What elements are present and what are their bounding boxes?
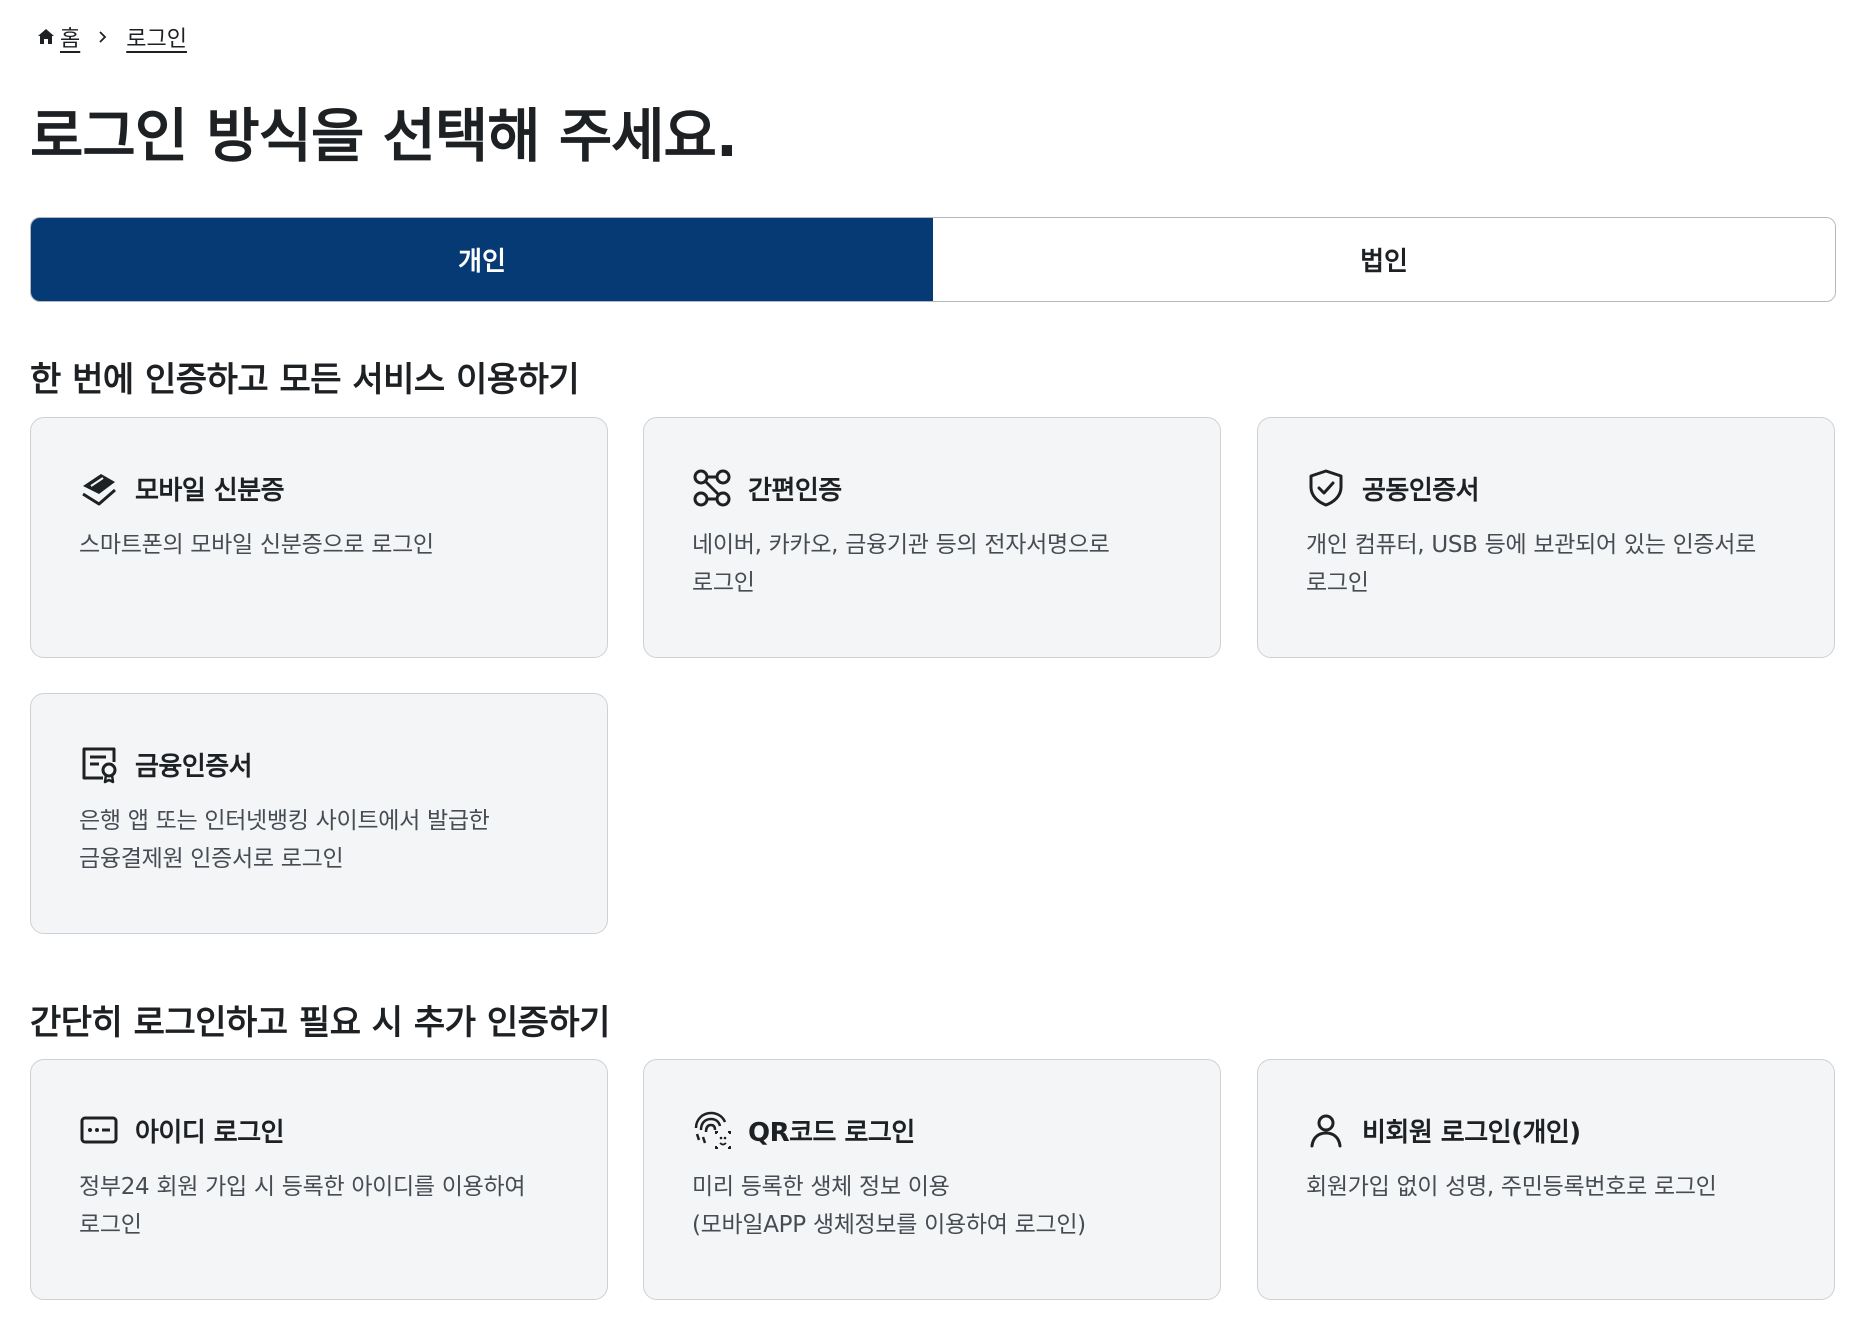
card-id-login[interactable]: 아이디 로그인 정부24 회원 가입 시 등록한 아이디를 이용하여 로그인 xyxy=(30,1059,608,1300)
login-type-tabs: 개인 법인 xyxy=(30,217,1836,302)
card-description: 네이버, 카카오, 금융기관 등의 전자서명으로 로그인 xyxy=(692,532,1110,596)
card-simple-auth[interactable]: 간편인증 네이버, 카카오, 금융기관 등의 전자서명으로 로그인 xyxy=(643,417,1221,658)
section-title-all-services: 한 번에 인증하고 모든 서비스 이용하기 xyxy=(30,360,580,400)
breadcrumb: 홈 로그인 xyxy=(36,22,187,52)
card-financial-certificate[interactable]: 금융인증서 은행 앱 또는 인터넷뱅킹 사이트에서 발급한 금융결제원 인증서로… xyxy=(30,693,608,934)
card-guest-login[interactable]: 비회원 로그인(개인) 회원가입 없이 성명, 주민등록번호로 로그인 xyxy=(1257,1059,1835,1300)
card-title: 공동인증서 xyxy=(1362,475,1480,506)
card-joint-certificate[interactable]: 공동인증서 개인 컴퓨터, USB 등에 보관되어 있는 인증서로 로그인 xyxy=(1257,417,1835,658)
card-description: 개인 컴퓨터, USB 등에 보관되어 있는 인증서로 로그인 xyxy=(1306,532,1757,596)
card-description: 회원가입 없이 성명, 주민등록번호로 로그인 xyxy=(1306,1174,1717,1200)
home-icon xyxy=(36,27,56,47)
card-title: 아이디 로그인 xyxy=(135,1117,285,1148)
certificate-icon xyxy=(79,744,119,784)
card-title: 간편인증 xyxy=(748,475,842,506)
nodes-icon xyxy=(692,468,732,508)
card-description: 은행 앱 또는 인터넷뱅킹 사이트에서 발급한 금융결제원 인증서로 로그인 xyxy=(79,808,490,872)
card-description: 미리 등록한 생체 정보 이용 (모바일APP 생체정보를 이용하여 로그인) xyxy=(692,1174,1086,1238)
tab-corporate[interactable]: 법인 xyxy=(933,218,1835,301)
user-icon xyxy=(1306,1110,1346,1150)
card-title: QR코드 로그인 xyxy=(748,1117,915,1148)
card-mobile-id[interactable]: 모바일 신분증 스마트폰의 모바일 신분증으로 로그인 xyxy=(30,417,608,658)
breadcrumb-current-link[interactable]: 로그인 xyxy=(126,21,187,53)
card-title: 금융인증서 xyxy=(135,751,253,782)
card-description: 정부24 회원 가입 시 등록한 아이디를 이용하여 로그인 xyxy=(79,1174,526,1238)
breadcrumb-home-link[interactable]: 홈 xyxy=(60,21,80,53)
layers-icon xyxy=(79,468,119,508)
fingerprint-face-icon xyxy=(692,1110,732,1150)
card-title: 비회원 로그인(개인) xyxy=(1362,1117,1581,1148)
section-title-simple-login: 간단히 로그인하고 필요 시 추가 인증하기 xyxy=(30,1003,610,1043)
page-title: 로그인 방식을 선택해 주세요. xyxy=(30,102,738,170)
chevron-right-icon xyxy=(96,30,110,44)
card-title: 모바일 신분증 xyxy=(135,475,285,506)
id-password-icon xyxy=(79,1110,119,1150)
tab-personal[interactable]: 개인 xyxy=(31,218,933,301)
card-description: 스마트폰의 모바일 신분증으로 로그인 xyxy=(79,532,434,558)
card-qr-login[interactable]: QR코드 로그인 미리 등록한 생체 정보 이용 (모바일APP 생체정보를 이… xyxy=(643,1059,1221,1300)
shield-check-icon xyxy=(1306,468,1346,508)
